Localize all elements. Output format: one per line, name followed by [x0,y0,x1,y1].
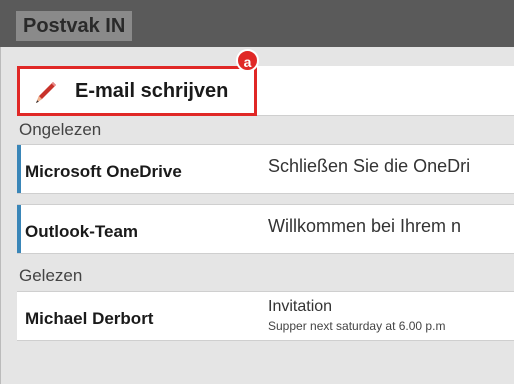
pencil-icon [36,82,56,103]
header-bar: Postvak IN [0,0,514,47]
message-row-outlook-team[interactable]: Outlook-Team Willkommen bei Ihrem n [17,204,514,254]
message-row-michael-derbort[interactable]: Michael Derbort Invitation Supper next s… [17,291,514,341]
message-list-pane: E-mail schrijven a Ongelezen Microsoft O… [0,47,514,384]
message-subject: Schließen Sie die OneDri [268,156,471,176]
message-preview: Supper next saturday at 6.00 p.m [268,319,446,333]
message-subject: Invitation [268,298,333,315]
message-sender: Outlook-Team [25,222,139,241]
section-read: Gelezen [19,266,83,285]
section-unread: Ongelezen [19,120,102,139]
message-subject: Willkommen bei Ihrem n [268,216,462,236]
folder-title[interactable]: Postvak IN [16,11,133,41]
compose-row[interactable]: E-mail schrijven [17,66,514,116]
message-row-onedrive[interactable]: Microsoft OneDrive Schließen Sie die One… [17,144,514,194]
annotation-marker: a [236,49,259,72]
message-sender: Michael Derbort [25,309,154,328]
message-sender: Microsoft OneDrive [25,162,182,181]
compose-button[interactable]: E-mail schrijven [17,66,257,116]
compose-label: E-mail schrijven [75,80,229,102]
mail-app-window: Postvak IN E-mail schrijven a Ongelezen … [0,0,514,384]
